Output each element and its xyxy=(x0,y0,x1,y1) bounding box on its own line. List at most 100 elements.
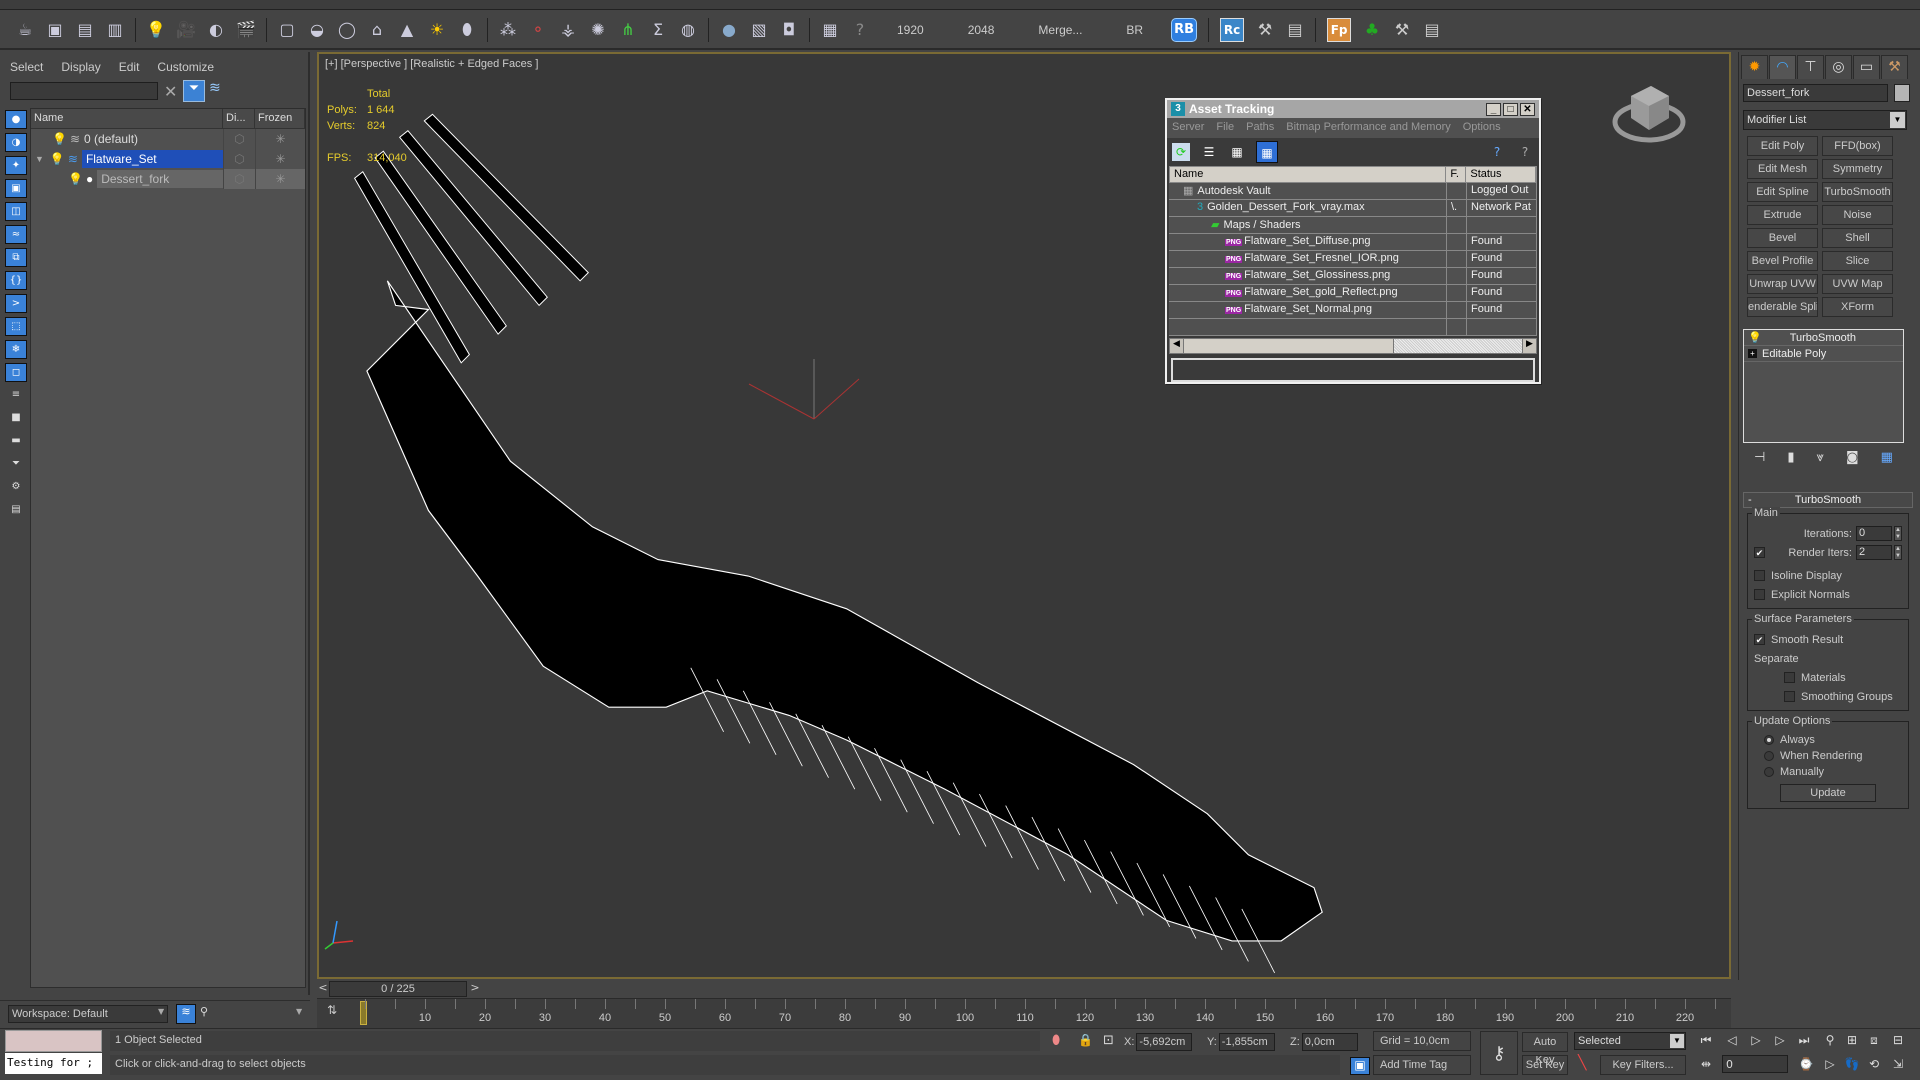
orbit-icon[interactable]: ⟲ xyxy=(1864,1057,1884,1071)
workspace-dropdown[interactable]: Workspace: Default xyxy=(8,1005,168,1023)
object-name-field[interactable]: Dessert_fork xyxy=(1743,84,1888,102)
zoom-extents-all-icon[interactable]: ⊟ xyxy=(1888,1033,1908,1047)
shapes-filter-icon[interactable]: ◑ xyxy=(5,133,27,152)
menu-customize[interactable]: Customize xyxy=(157,60,214,74)
modifier-button-turbosmooth[interactable]: TurboSmooth xyxy=(1822,182,1893,202)
forestpack-button[interactable]: Fp xyxy=(1327,17,1352,42)
modifier-button-xform[interactable]: XForm xyxy=(1822,297,1893,317)
spinner-arrows[interactable]: ▲ ▼ xyxy=(1894,545,1902,560)
render-settings-icon[interactable]: ▥ xyxy=(102,17,128,43)
options-icon[interactable]: ▤ xyxy=(5,501,27,520)
display-icon[interactable]: ⬡ xyxy=(223,129,255,149)
vray-proxy-icon[interactable]: ⁂ xyxy=(495,17,521,43)
z-field[interactable]: 0,0cm xyxy=(1301,1033,1358,1051)
modifier-button-unwrap-uvw[interactable]: Unwrap UVW xyxy=(1747,274,1818,294)
isolate-icon[interactable]: ⬮ xyxy=(1052,1033,1060,1048)
walk-through-icon[interactable]: 👣 xyxy=(1842,1057,1862,1071)
configure-sets-icon[interactable]: ▦ xyxy=(1881,450,1893,465)
asset-row[interactable]: PNG Flatware_Set_Diffuse.png Found xyxy=(1169,234,1537,251)
current-frame-field[interactable]: 0 xyxy=(1722,1055,1788,1073)
asset-row[interactable]: PNG Flatware_Set_Normal.png Found xyxy=(1169,302,1537,319)
modifier-list-dropdown[interactable]: Modifier List ▼ xyxy=(1743,110,1907,130)
geometry-filter-icon[interactable]: ● xyxy=(5,110,27,129)
tools-icon[interactable]: ⚒ xyxy=(1389,17,1415,43)
time-configuration-icon[interactable]: ⌚ xyxy=(1796,1057,1816,1071)
merge-button[interactable]: Merge... xyxy=(1038,23,1082,37)
menu-server[interactable]: Server xyxy=(1172,121,1204,135)
dome-light-icon[interactable]: ◒ xyxy=(304,17,330,43)
frame-buffer-icon[interactable]: ▦ xyxy=(817,17,843,43)
frozen-filter-icon[interactable]: ❄ xyxy=(5,340,27,359)
smooth-result-checkbox[interactable]: ✔ xyxy=(1754,634,1765,645)
pin-stack-icon[interactable]: ⊣ xyxy=(1754,450,1765,465)
x-field[interactable]: -5,692cm xyxy=(1136,1033,1193,1051)
explicit-normals-checkbox[interactable] xyxy=(1754,589,1765,600)
ambient-light-icon[interactable]: ⬮ xyxy=(454,17,480,43)
menu-select[interactable]: Select xyxy=(10,60,43,74)
close-button[interactable]: ✕ xyxy=(1520,102,1535,116)
menu-bitmap-performance[interactable]: Bitmap Performance and Memory xyxy=(1286,121,1450,135)
expand-arrow-icon[interactable]: ▼ xyxy=(35,154,44,164)
asset-row[interactable]: ▰ Maps / Shaders xyxy=(1169,217,1537,234)
sun-icon[interactable]: ☀ xyxy=(424,17,450,43)
track-bar[interactable]: ⇅ 10 20 30 40 50 60 70 80 90 100 110 120 130 140 150 16… xyxy=(317,998,1731,1028)
display-all-icon[interactable]: ≡ xyxy=(5,386,27,405)
layer-explorer-icon[interactable]: ≋ xyxy=(176,1004,196,1024)
modifier-button-edit-mesh[interactable]: Edit Mesh xyxy=(1747,159,1818,179)
chevron-down-icon[interactable]: ▼ xyxy=(158,1007,164,1016)
modify-tab-icon[interactable]: ◠ xyxy=(1769,55,1796,79)
modifier-button-slice[interactable]: Slice xyxy=(1822,251,1893,271)
stack-item-editable-poly[interactable]: + Editable Poly xyxy=(1744,346,1903,362)
layer-highlight-icon[interactable]: ≋ xyxy=(209,80,221,96)
modifier-button-ffd-box-[interactable]: FFD(box) xyxy=(1822,136,1893,156)
column-frozen[interactable]: Frozen xyxy=(255,109,305,128)
frozen-icon[interactable]: ✳ xyxy=(255,169,305,189)
trees-icon[interactable]: ♣ xyxy=(1359,17,1385,43)
expand-plus-icon[interactable]: + xyxy=(1748,349,1757,358)
asset-row[interactable]: PNG Flatware_Set_Glossiness.png Found xyxy=(1169,268,1537,285)
key-mode-pen-icon[interactable]: ╲ xyxy=(1578,1055,1586,1071)
zoom-icon[interactable]: ⚲ xyxy=(1820,1033,1840,1047)
find-icon[interactable]: ⏷ xyxy=(5,455,27,474)
update-button[interactable]: Update xyxy=(1780,784,1876,802)
object-color-swatch[interactable] xyxy=(1894,84,1910,102)
asset-tracking-titlebar[interactable]: 3 Asset Tracking _ □ ✕ xyxy=(1167,100,1539,118)
create-tab-icon[interactable]: ✹ xyxy=(1741,55,1768,79)
column-display[interactable]: Di... xyxy=(223,109,255,128)
auto-key-button[interactable]: Auto Key xyxy=(1522,1032,1568,1066)
next-frame-icon[interactable]: ▷ xyxy=(1770,1033,1790,1047)
isoline-display-checkbox[interactable] xyxy=(1754,570,1765,581)
list-icon[interactable]: ▤ xyxy=(1419,17,1445,43)
previous-frame-button[interactable]: < xyxy=(317,981,329,997)
resolution-1920-button[interactable]: 1920 xyxy=(897,23,924,37)
maximize-viewport-icon[interactable]: ⇲ xyxy=(1888,1057,1908,1071)
modifier-button-bevel-profile[interactable]: Bevel Profile xyxy=(1747,251,1818,271)
cameras-filter-icon[interactable]: ▣ xyxy=(5,179,27,198)
column-f[interactable]: F. xyxy=(1446,167,1467,182)
material-browser-icon[interactable]: ▧ xyxy=(746,17,772,43)
time-slider-thumb[interactable]: 0 / 225 xyxy=(329,981,467,997)
lock-selection-icon[interactable]: 🔒 xyxy=(1078,1033,1093,1047)
invert-display-icon[interactable]: ▬ xyxy=(5,432,27,451)
horizontal-scrollbar[interactable]: ◀ ▶ xyxy=(1169,338,1537,354)
light-lister-icon[interactable]: 💡 xyxy=(143,17,169,43)
filter-icon[interactable]: ⏷ xyxy=(183,80,205,102)
maxscript-input[interactable]: Testing for ; xyxy=(5,1053,102,1074)
hierarchy-icon[interactable]: ⚲ xyxy=(200,1005,208,1018)
tree-row-default-layer[interactable]: 💡 ≋ 0 (default) ⬡ ✳ xyxy=(31,129,305,149)
hair-hf-icon[interactable]: Ʃ xyxy=(645,17,671,43)
refresh-icon[interactable]: ⟳ xyxy=(1172,143,1190,161)
visibility-bulb-icon[interactable]: 💡 xyxy=(52,132,67,146)
xrefs-filter-icon[interactable]: {} xyxy=(5,271,27,290)
maximize-button[interactable]: □ xyxy=(1503,102,1518,116)
groups-filter-icon[interactable]: ⧉ xyxy=(5,248,27,267)
viewport-label[interactable]: [+] [Perspective ] [Realistic + Edged Fa… xyxy=(325,58,538,70)
column-name[interactable]: Name xyxy=(1170,167,1447,182)
column-name[interactable]: Name xyxy=(31,109,223,128)
modifier-button-bevel[interactable]: Bevel xyxy=(1747,228,1818,248)
y-field[interactable]: -1,855cm xyxy=(1218,1033,1275,1051)
hair-ox-icon[interactable]: ◍ xyxy=(675,17,701,43)
vray-plane-icon[interactable]: ⚶ xyxy=(555,17,581,43)
remove-modifier-icon[interactable]: ◙ xyxy=(1846,450,1859,465)
modifier-button-enderable-splin[interactable]: enderable Splin xyxy=(1747,297,1818,317)
